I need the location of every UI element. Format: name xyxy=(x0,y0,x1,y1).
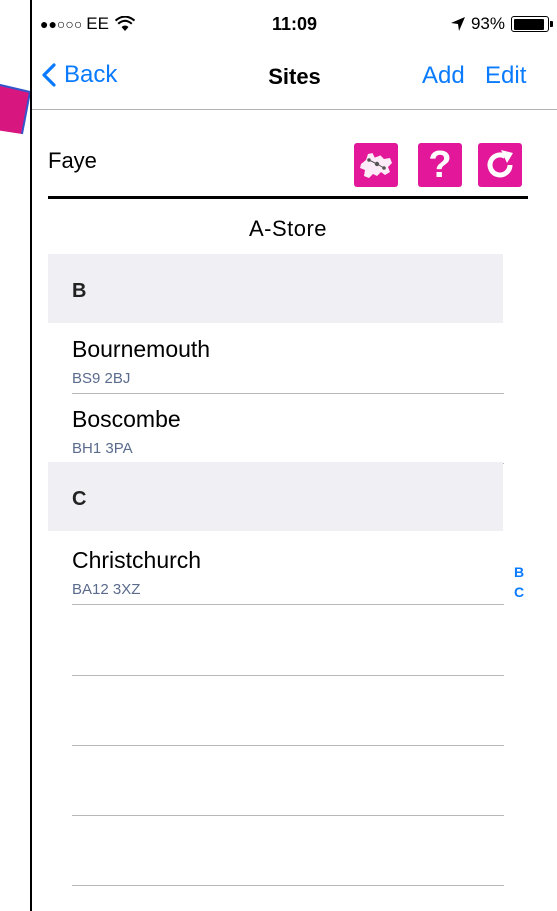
empty-row-separator xyxy=(72,885,504,886)
site-postcode: BH1 3PA xyxy=(72,440,133,457)
site-row-boscombe[interactable]: Boscombe BH1 3PA xyxy=(72,394,504,464)
user-name: Faye xyxy=(48,148,97,173)
section-letter: C xyxy=(72,488,87,510)
site-name: Christchurch xyxy=(72,547,202,573)
index-letter-b[interactable]: B xyxy=(507,562,531,582)
site-row-christchurch[interactable]: Christchurch BA12 3XZ xyxy=(72,535,504,605)
help-icon: ? xyxy=(428,144,452,186)
map-button[interactable] xyxy=(354,143,398,187)
refresh-button[interactable] xyxy=(478,143,522,187)
section-header-b: B xyxy=(48,254,503,323)
index-letter-c[interactable]: C xyxy=(507,582,531,602)
site-name: Bournemouth xyxy=(72,336,211,362)
add-button[interactable]: Add xyxy=(422,62,465,90)
status-right: 93% xyxy=(450,14,553,34)
battery-tip xyxy=(550,21,553,27)
phone-screen: ●●○○○ EE 11:09 93% Back Sites Add Edit F… xyxy=(30,0,557,911)
header-divider xyxy=(48,196,528,199)
decorative-arrow-shape xyxy=(0,83,31,135)
edit-button[interactable]: Edit xyxy=(485,62,526,90)
site-postcode: BS9 2BJ xyxy=(72,370,131,387)
battery-level xyxy=(513,18,545,30)
empty-row-separator xyxy=(72,745,504,746)
empty-row-separator xyxy=(72,815,504,816)
empty-row-separator xyxy=(72,675,504,676)
section-letter: B xyxy=(72,280,87,302)
back-button-label: Back xyxy=(64,61,118,88)
help-button[interactable]: ? xyxy=(418,143,462,187)
site-postcode: BA12 3XZ xyxy=(72,581,141,598)
store-name: A-Store xyxy=(248,216,328,241)
chevron-left-icon xyxy=(42,63,56,87)
battery-icon xyxy=(511,16,553,32)
battery-percent: 93% xyxy=(470,14,505,33)
refresh-icon xyxy=(487,150,513,178)
location-arrow-icon xyxy=(450,17,465,31)
site-row-bournemouth[interactable]: Bournemouth BS9 2BJ xyxy=(72,324,504,394)
map-icon xyxy=(360,152,392,178)
back-button[interactable]: Back xyxy=(42,61,117,89)
site-name: Boscombe xyxy=(72,406,181,432)
navigation-bar: Back Sites Add Edit xyxy=(32,48,557,110)
status-bar: ●●○○○ EE 11:09 93% xyxy=(32,0,557,48)
section-header-c: C xyxy=(48,462,503,531)
section-index: B C xyxy=(507,562,531,602)
